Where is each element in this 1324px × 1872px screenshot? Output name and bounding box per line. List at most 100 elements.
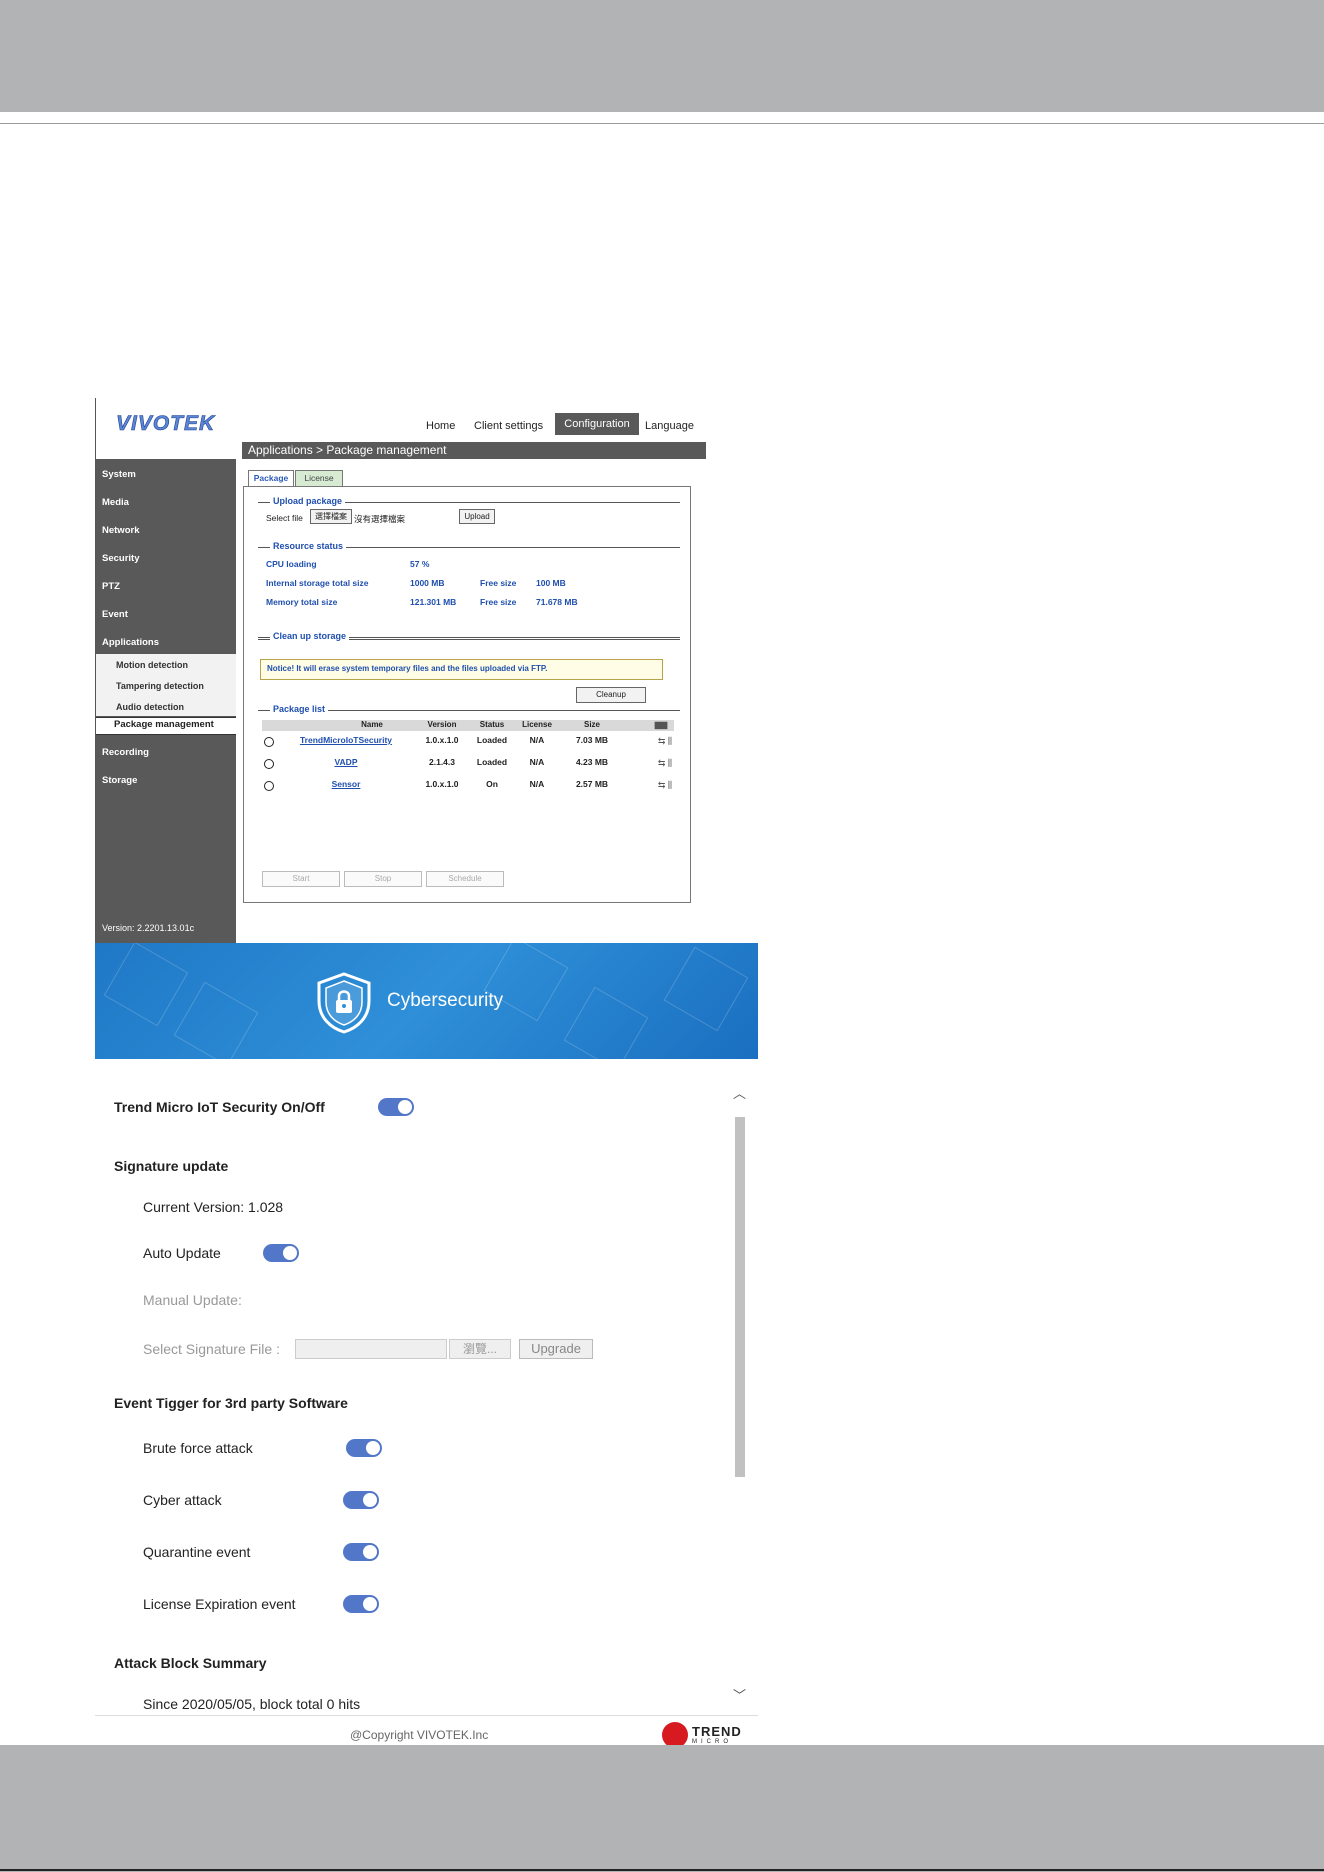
cpu-value: 57 %	[410, 559, 430, 569]
package-status: Loaded	[476, 757, 508, 767]
package-version: 1.0.x.1.0	[425, 779, 459, 789]
cpu-label: CPU loading	[266, 559, 317, 569]
package-license: N/A	[529, 779, 545, 789]
tab-package[interactable]: Package	[248, 470, 294, 487]
package-status: Loaded	[476, 735, 508, 745]
sidebar-item-recording[interactable]: Recording	[102, 747, 149, 758]
page-header-band	[0, 0, 1324, 112]
sidebar-item-media[interactable]: Media	[102, 497, 129, 508]
sidebar-item-package-management[interactable]: Package management	[96, 717, 236, 735]
event-trigger-heading: Event Tigger for 3rd party Software	[114, 1395, 348, 1411]
schedule-button[interactable]: Schedule	[426, 871, 504, 887]
scroll-up-icon[interactable]: ︿	[733, 1083, 746, 1102]
package-name[interactable]: VADP	[286, 757, 406, 767]
package-name[interactable]: Sensor	[286, 779, 406, 789]
event-quarantine-label: Quarantine event	[143, 1544, 251, 1560]
scrollbar[interactable]: ︿ ﹀	[731, 1081, 748, 1708]
memory-free-label: Free size	[480, 597, 517, 607]
row-radio[interactable]	[264, 781, 274, 791]
start-button[interactable]: Start	[262, 871, 340, 887]
memory-total-label: Memory total size	[266, 597, 338, 607]
sidebar-item-security[interactable]: Security	[102, 553, 140, 564]
sidebar-item-event[interactable]: Event	[102, 609, 128, 620]
sidebar-item-motion-detection[interactable]: Motion detection	[116, 660, 188, 670]
signature-file-input[interactable]	[295, 1339, 447, 1359]
row-radio[interactable]	[264, 737, 274, 747]
upload-section-title: Upload package	[270, 496, 346, 506]
storage-free-label: Free size	[480, 578, 517, 588]
table-row[interactable]: VADP 2.1.4.3 Loaded N/A 4.23 MB ⇆ ⫼	[262, 756, 674, 774]
col-status: Status	[479, 720, 505, 729]
package-size: 4.23 MB	[575, 757, 609, 767]
package-version: 2.1.4.3	[429, 757, 455, 767]
sidebar: System Media Network Security PTZ Event …	[96, 459, 236, 943]
upload-button[interactable]: Upload	[459, 509, 495, 524]
package-version: 1.0.x.1.0	[425, 735, 459, 745]
header-actions-icon: ▆▆	[654, 720, 668, 729]
memory-total-value: 121.301 MB	[410, 597, 457, 607]
vivotek-logo: VIVOTEK	[116, 412, 216, 436]
choose-file-button[interactable]: 選擇檔案	[310, 509, 352, 524]
sidebar-submenu: Motion detection Tampering detection Aud…	[96, 654, 236, 716]
package-list-section-header: Package list	[258, 704, 680, 715]
signature-update-heading: Signature update	[114, 1158, 229, 1174]
row-action-icons[interactable]: ⇆ ⫼	[658, 758, 672, 769]
stop-button[interactable]: Stop	[344, 871, 422, 887]
resource-section-header: Resource status	[258, 541, 680, 552]
event-cyber-attack-label: Cyber attack	[143, 1492, 222, 1508]
sidebar-item-network[interactable]: Network	[102, 525, 139, 536]
footer-rule	[0, 1869, 1324, 1871]
sidebar-active-label: Package management	[114, 719, 214, 730]
table-row[interactable]: Sensor 1.0.x.1.0 On N/A 2.57 MB ⇆ ⫼	[262, 778, 674, 796]
col-version: Version	[427, 720, 457, 729]
cleanup-section-header: Clean up storage	[258, 631, 680, 642]
attack-summary-text: Since 2020/05/05, block total 0 hits	[143, 1696, 361, 1712]
sidebar-item-applications[interactable]: Applications	[102, 637, 159, 648]
cleanup-button[interactable]: Cleanup	[576, 687, 646, 703]
row-radio[interactable]	[264, 759, 274, 769]
security-toggle-label: Trend Micro IoT Security On/Off	[114, 1099, 325, 1115]
sidebar-item-audio-detection[interactable]: Audio detection	[116, 702, 184, 712]
trend-micro-settings: Trend Micro IoT Security On/Off Signatur…	[95, 1075, 758, 1755]
package-license: N/A	[529, 757, 545, 767]
auto-update-toggle[interactable]	[263, 1244, 299, 1262]
sidebar-item-tampering-detection[interactable]: Tampering detection	[116, 681, 204, 691]
cyber-attack-toggle[interactable]	[343, 1491, 379, 1509]
nav-client-settings[interactable]: Client settings	[474, 420, 543, 432]
vivotek-web-ui: VIVOTEK Home Client settings Configurati…	[95, 398, 706, 943]
tab-license[interactable]: License	[295, 470, 343, 487]
memory-free-value: 71.678 MB	[536, 597, 578, 607]
license-expiration-toggle[interactable]	[343, 1595, 379, 1613]
package-status: On	[486, 779, 498, 789]
row-action-icons[interactable]: ⇆ ⫼	[658, 780, 672, 791]
brute-force-toggle[interactable]	[346, 1439, 382, 1457]
sidebar-item-storage[interactable]: Storage	[102, 775, 137, 786]
col-size: Size	[583, 720, 600, 729]
upgrade-button[interactable]: Upgrade	[519, 1339, 593, 1359]
scrollbar-thumb[interactable]	[735, 1117, 745, 1477]
cleanup-notice-text: Notice! It will erase system temporary f…	[267, 664, 548, 673]
nav-home[interactable]: Home	[426, 420, 455, 432]
trend-word: TREND	[692, 1724, 742, 1739]
copyright: @Copyright VIVOTEK.Inc	[350, 1728, 489, 1742]
scroll-down-icon[interactable]: ﹀	[733, 1685, 746, 1704]
auto-update-label: Auto Update	[143, 1245, 221, 1261]
nav-language[interactable]: Language	[645, 420, 694, 432]
nav-configuration[interactable]: Configuration	[555, 413, 639, 435]
row-action-icons[interactable]: ⇆ ⫼	[658, 736, 672, 747]
package-list-title: Package list	[270, 704, 329, 714]
upload-section-header: Upload package	[258, 496, 680, 507]
table-row[interactable]: TrendMicroIoTSecurity 1.0.x.1.0 Loaded N…	[262, 734, 674, 752]
attack-summary-heading: Attack Block Summary	[114, 1655, 267, 1671]
package-panel: Upload package Select file 選擇檔案 沒有選擇檔案 U…	[243, 486, 691, 903]
package-name[interactable]: TrendMicroIoTSecurity	[286, 735, 406, 745]
sidebar-item-ptz[interactable]: PTZ	[102, 581, 120, 592]
security-toggle[interactable]	[378, 1098, 414, 1116]
quarantine-toggle[interactable]	[343, 1543, 379, 1561]
cybersecurity-banner: Cybersecurity	[95, 943, 758, 1059]
header-rule	[0, 123, 1324, 124]
browse-button[interactable]: 瀏覽...	[449, 1339, 511, 1359]
sidebar-item-system[interactable]: System	[102, 469, 136, 480]
package-license: N/A	[529, 735, 545, 745]
storage-total-label: Internal storage total size	[266, 578, 369, 588]
